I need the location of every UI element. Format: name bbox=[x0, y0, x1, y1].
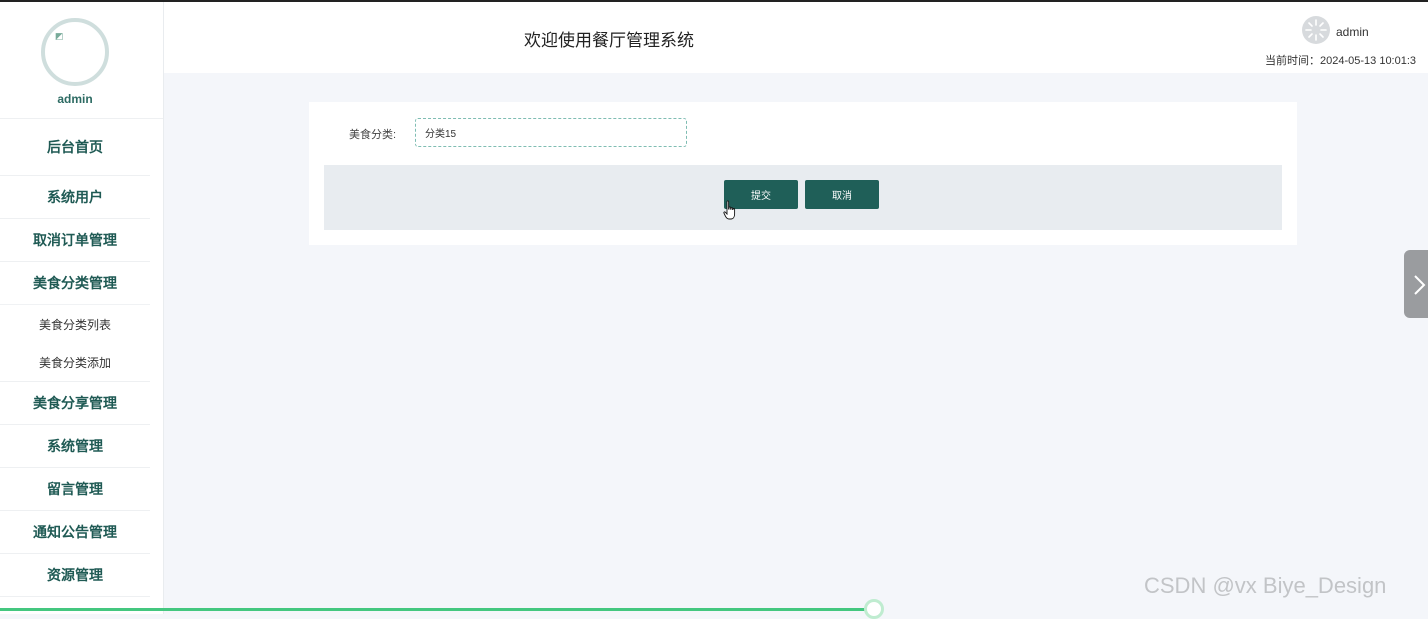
spinner-icon[interactable] bbox=[1302, 16, 1330, 44]
progress-bar bbox=[0, 608, 875, 611]
sidebar-item-messages[interactable]: 留言管理 bbox=[0, 468, 150, 511]
cancel-button[interactable]: 取消 bbox=[805, 180, 879, 209]
sidebar-username: admin bbox=[57, 92, 93, 106]
category-input[interactable] bbox=[415, 118, 687, 147]
avatar[interactable]: ◩ bbox=[41, 18, 109, 86]
sidebar-item-system-manage[interactable]: 系统管理 bbox=[0, 425, 150, 468]
header-username[interactable]: admin bbox=[1336, 25, 1369, 39]
page-title: 欢迎使用餐厅管理系统 bbox=[524, 31, 694, 50]
sidebar-item-food-share[interactable]: 美食分享管理 bbox=[0, 382, 150, 425]
sidebar-subitem-category-add[interactable]: 美食分类添加 bbox=[0, 343, 150, 382]
sidebar-item-resources[interactable]: 资源管理 bbox=[0, 554, 150, 597]
sidebar-subitem-category-list[interactable]: 美食分类列表 bbox=[0, 304, 150, 343]
hand-pointer-icon bbox=[723, 200, 737, 227]
current-time: 当前时间：2024-05-13 10:01:3 bbox=[1265, 55, 1417, 67]
sidebar-item-food-category[interactable]: 美食分类管理 bbox=[0, 262, 150, 304]
sidebar-item-system-users[interactable]: 系统用户 bbox=[0, 176, 150, 219]
sidebar-item-notices[interactable]: 通知公告管理 bbox=[0, 511, 150, 554]
broken-image-icon: ◩ bbox=[55, 31, 64, 41]
category-label: 美食分类: bbox=[349, 129, 397, 141]
sidebar-profile: ◩ admin bbox=[0, 2, 163, 119]
header: 欢迎使用餐厅管理系统 admin 当前时间：2024-05-13 10:01:3 bbox=[164, 2, 1428, 73]
side-panel-toggle[interactable] bbox=[1404, 250, 1428, 318]
sidebar: ◩ admin 后台首页 系统用户 取消订单管理 美食分类管理 美食分类列表 美… bbox=[0, 2, 164, 614]
chevron-right-icon bbox=[1414, 275, 1426, 295]
button-bar: 提交 取消 bbox=[324, 165, 1282, 230]
progress-handle[interactable] bbox=[864, 599, 884, 619]
sidebar-item-cancel-orders[interactable]: 取消订单管理 bbox=[0, 219, 150, 262]
form-card: 美食分类: 提交 取消 bbox=[309, 102, 1297, 245]
sidebar-item-home[interactable]: 后台首页 bbox=[0, 119, 150, 176]
watermark-text: CSDN @vx Biye_Design bbox=[1144, 573, 1387, 598]
